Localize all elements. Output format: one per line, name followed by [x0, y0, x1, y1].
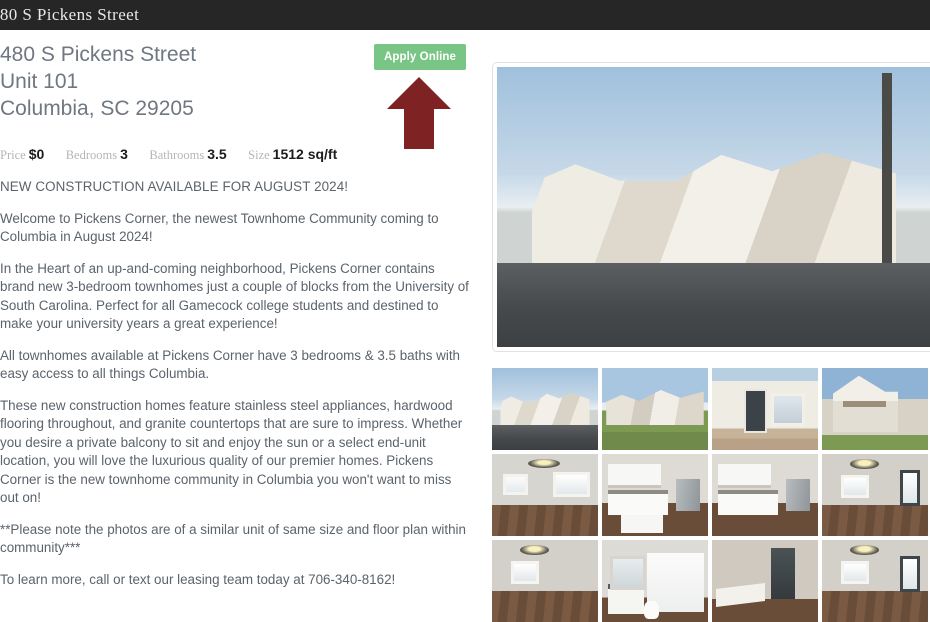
stat-bedrooms-value: 3 [120, 146, 128, 162]
thumbnail-6[interactable] [602, 454, 708, 536]
description-contact: To learn more, call or text our leasing … [0, 571, 396, 587]
stat-size: Size 1512 sq/ft [248, 146, 337, 164]
thumbnail-grid [492, 368, 930, 622]
stat-price-value: $0 [28, 146, 45, 162]
stat-bathrooms: Bathrooms 3.5 [149, 146, 226, 164]
address-line-street: 480 S Pickens Street [0, 43, 197, 66]
stat-bedrooms-label: Bedrooms [65, 148, 118, 162]
thumbnail-9[interactable] [492, 540, 598, 622]
description-paragraph: All townhomes available at Pickens Corne… [0, 347, 460, 382]
thumbnail-3[interactable] [712, 368, 818, 450]
stat-price-label: Price [0, 148, 26, 162]
window-titlebar: 480 S Pickens Street [0, 0, 930, 30]
address-line-city: Columbia, SC 29205 [0, 97, 194, 120]
thumbnail-5[interactable] [492, 454, 598, 536]
apply-online-button[interactable]: Apply Online [374, 44, 466, 70]
thumbnail-8[interactable] [822, 454, 928, 536]
thumbnail-4[interactable] [822, 368, 928, 450]
property-description: NEW CONSTRUCTION AVAILABLE FOR AUGUST 20… [0, 178, 470, 602]
thumbnail-7[interactable] [712, 454, 818, 536]
utility-pole-detail [882, 72, 892, 286]
grass-detail [855, 285, 930, 347]
description-paragraph: Welcome to Pickens Corner, the newest To… [0, 210, 439, 245]
stat-bathrooms-value: 3.5 [207, 146, 227, 162]
stat-size-value: 1512 sq/ft [272, 146, 338, 162]
stat-bedrooms: Bedrooms 3 [66, 146, 128, 164]
address-line-unit: Unit 101 [0, 70, 79, 93]
thumbnail-12[interactable] [822, 540, 928, 622]
property-stats: Price $0 Bedrooms 3 Bathrooms 3.5 Size 1512 … [0, 146, 430, 164]
stat-size-label: Size [248, 148, 270, 162]
hero-photo[interactable] [497, 67, 930, 347]
listing-details-column: 480 S Pickens Street Unit 101 Columbia, … [0, 30, 472, 620]
thumbnail-11[interactable] [712, 540, 818, 622]
property-address: 480 S Pickens Street Unit 101 Columbia, … [0, 41, 360, 122]
stat-price: Price $0 [0, 146, 44, 164]
window-title: 480 S Pickens Street [0, 5, 140, 24]
annotation-up-arrow-icon [387, 77, 451, 149]
thumbnail-10[interactable] [602, 540, 708, 622]
photo-gallery [480, 30, 930, 622]
description-headline: NEW CONSTRUCTION AVAILABLE FOR AUGUST 20… [0, 179, 349, 194]
description-disclaimer: **Please note the photos are of a simila… [0, 521, 466, 556]
description-paragraph: In the Heart of an up-and-coming neighbo… [0, 260, 469, 332]
listing-page: 480 S Pickens Street Unit 101 Columbia, … [0, 30, 930, 622]
stat-bathrooms-label: Bathrooms [149, 148, 205, 162]
hero-photo-image [497, 67, 930, 347]
thumbnail-2[interactable] [602, 368, 708, 450]
parking-stripes-detail [497, 263, 930, 347]
thumbnail-1[interactable] [492, 368, 598, 450]
apply-online-area: Apply Online [374, 44, 470, 149]
hero-photo-frame[interactable] [492, 62, 930, 352]
description-paragraph: These new construction homes feature sta… [0, 397, 463, 506]
